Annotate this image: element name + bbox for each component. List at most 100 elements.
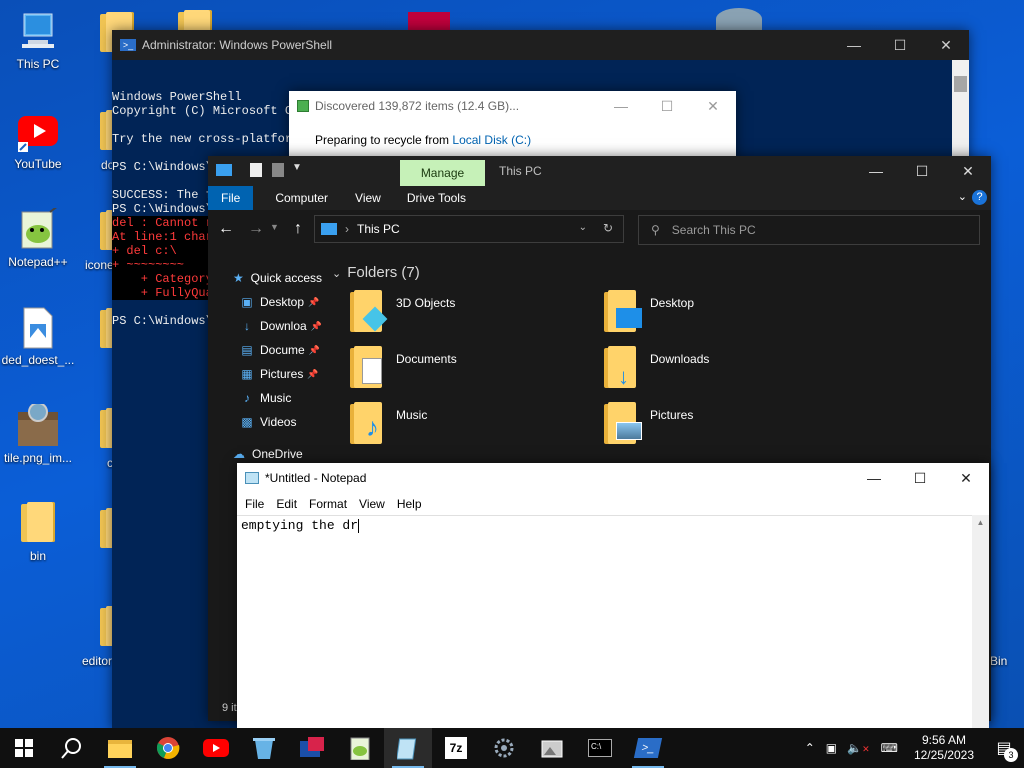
maximize-button[interactable]: ☐ bbox=[877, 30, 923, 60]
maximize-button[interactable]: ☐ bbox=[897, 463, 943, 493]
notepad-titlebar[interactable]: *Untitled - Notepad — ☐ ✕ bbox=[237, 463, 989, 493]
address-dropdown-icon[interactable]: ⌄ bbox=[579, 222, 587, 233]
clock[interactable]: 9:56 AM 12/25/2023 bbox=[904, 733, 984, 763]
close-button[interactable]: ✕ bbox=[945, 156, 991, 186]
nav-item-docume[interactable]: ▤ Docume 📌 bbox=[208, 338, 322, 362]
folder-name: 3D Objects bbox=[396, 296, 456, 310]
tab-drive-tools[interactable]: Drive Tools bbox=[394, 186, 479, 210]
pin-icon: 📌 bbox=[308, 296, 320, 307]
help-icon[interactable]: ? bbox=[972, 190, 987, 205]
maximize-button[interactable]: ☐ bbox=[644, 91, 690, 121]
desktop-icon-archive[interactable]: tile.png_im... bbox=[0, 402, 76, 465]
folder-tile-3d-objects[interactable]: 3D Objects bbox=[350, 290, 590, 340]
taskbar-powershell[interactable]: >_ bbox=[624, 728, 672, 768]
folder-tile-desktop[interactable]: Desktop bbox=[604, 290, 844, 340]
folder-name: Desktop bbox=[650, 296, 695, 310]
text-caret bbox=[358, 519, 360, 533]
recent-locations-button[interactable]: ▼ bbox=[270, 222, 279, 232]
taskbar-search-button[interactable] bbox=[48, 728, 96, 768]
nav-item-label: Pictures bbox=[260, 367, 304, 381]
minimize-button[interactable]: — bbox=[598, 91, 644, 121]
tab-file[interactable]: File bbox=[208, 186, 254, 210]
explorer-titlebar[interactable]: ▼ Manage This PC — ☐ ✕ bbox=[208, 156, 991, 186]
nav-item-downloa[interactable]: ↓ Downloa 📌 bbox=[208, 314, 322, 338]
taskbar-app[interactable] bbox=[288, 728, 336, 768]
forward-button[interactable]: → bbox=[248, 220, 264, 238]
folder-tile-downloads[interactable]: ↓ Downloads bbox=[604, 346, 844, 396]
taskbar-image-viewer[interactable] bbox=[528, 728, 576, 768]
close-button[interactable]: ✕ bbox=[923, 30, 969, 60]
menu-format[interactable]: Format bbox=[303, 497, 353, 511]
taskbar-youtube[interactable] bbox=[192, 728, 240, 768]
nav-item-videos[interactable]: ▩ Videos bbox=[208, 410, 322, 434]
tab-view[interactable]: View bbox=[342, 186, 394, 210]
chevron-down-icon: ⌄ bbox=[332, 268, 342, 280]
refresh-icon[interactable]: ↻ bbox=[603, 221, 613, 235]
address-bar[interactable]: › This PC ⌄ ↻ bbox=[314, 215, 624, 243]
desktop-icon-label: tile.png_im... bbox=[3, 451, 73, 465]
nav-item-label: Downloa bbox=[260, 319, 307, 333]
nav-item-pictures[interactable]: ▦ Pictures 📌 bbox=[208, 362, 322, 386]
taskbar-notepad-plus-plus[interactable] bbox=[336, 728, 384, 768]
taskbar-terminal[interactable]: C:\ bbox=[576, 728, 624, 768]
taskbar-recycle[interactable] bbox=[240, 728, 288, 768]
network-icon[interactable]: ▣ bbox=[821, 741, 842, 755]
console-line: + Category bbox=[112, 272, 213, 286]
search-icon: ⚲ bbox=[651, 223, 660, 237]
menu-edit[interactable]: Edit bbox=[270, 497, 303, 511]
tab-computer[interactable]: Computer bbox=[261, 186, 342, 210]
minimize-button[interactable]: — bbox=[853, 156, 899, 186]
properties-icon[interactable] bbox=[250, 163, 262, 177]
pictures-icon: ▦ bbox=[241, 367, 253, 381]
desktop-app-partial[interactable] bbox=[408, 12, 450, 32]
notepad-text-area[interactable]: emptying the dr bbox=[237, 515, 972, 729]
taskbar-settings[interactable] bbox=[480, 728, 528, 768]
folder-tile-documents[interactable]: Documents bbox=[350, 346, 590, 396]
minimize-button[interactable]: — bbox=[831, 30, 877, 60]
search-input[interactable]: ⚲ Search This PC bbox=[638, 215, 980, 245]
desktop-icon-bin[interactable]: bin bbox=[0, 502, 76, 563]
menu-view[interactable]: View bbox=[353, 497, 391, 511]
desktop-icon-this-pc[interactable]: This PC bbox=[0, 10, 76, 71]
nav-item-quick-access[interactable]: ★ Quick access bbox=[208, 266, 322, 290]
notepad-scrollbar[interactable]: ▲ bbox=[972, 515, 989, 729]
notepad-window[interactable]: *Untitled - Notepad — ☐ ✕ File Edit Form… bbox=[237, 463, 989, 729]
menu-file[interactable]: File bbox=[239, 497, 270, 511]
desktop-icon-notepad-plus-plus[interactable]: Notepad++ bbox=[0, 205, 76, 269]
keyboard-icon[interactable]: ⌨ bbox=[875, 741, 904, 755]
console-line: del : Cannot r bbox=[112, 216, 213, 230]
dialog-titlebar[interactable]: Discovered 139,872 items (12.4 GB)... — … bbox=[289, 91, 736, 121]
taskbar-file-explorer[interactable] bbox=[96, 728, 144, 768]
notepad-plus-plus-icon bbox=[350, 737, 370, 760]
desktop-icon-youtube[interactable]: YouTube bbox=[0, 110, 76, 171]
pictures-folder-icon bbox=[604, 402, 642, 446]
taskbar-7zip[interactable]: 7z bbox=[432, 728, 480, 768]
start-button[interactable] bbox=[0, 728, 48, 768]
new-folder-icon[interactable] bbox=[272, 163, 284, 177]
folders-section-header[interactable]: ⌄ Folders (7) bbox=[332, 264, 420, 281]
local-disk-link[interactable]: Local Disk (C:) bbox=[452, 133, 531, 147]
show-hidden-icons-chevron-icon[interactable]: ⌃ bbox=[799, 741, 821, 755]
expand-ribbon-icon[interactable]: ⌄ bbox=[958, 190, 967, 203]
folder-tile-music[interactable]: ♪ Music bbox=[350, 402, 590, 452]
close-button[interactable]: ✕ bbox=[690, 91, 736, 121]
console-line: At line:1 char bbox=[112, 230, 213, 244]
powershell-titlebar[interactable]: >_ Administrator: Windows PowerShell — ☐… bbox=[112, 30, 969, 60]
volume-muted-icon[interactable]: 🔈✕ bbox=[842, 741, 875, 755]
desktop-app-partial[interactable] bbox=[716, 8, 762, 30]
minimize-button[interactable]: — bbox=[851, 463, 897, 493]
taskbar-notepad[interactable] bbox=[384, 728, 432, 768]
taskbar-chrome[interactable] bbox=[144, 728, 192, 768]
tab-manage[interactable]: Manage bbox=[400, 160, 485, 186]
desktop-icon-image-file[interactable]: ded_doest_... bbox=[0, 306, 76, 367]
maximize-button[interactable]: ☐ bbox=[899, 156, 945, 186]
folder-tile-pictures[interactable]: Pictures bbox=[604, 402, 844, 452]
nav-item-desktop[interactable]: ▣ Desktop 📌 bbox=[208, 290, 322, 314]
action-center-button[interactable]: ▤ 3 bbox=[984, 728, 1024, 768]
menu-help[interactable]: Help bbox=[391, 497, 428, 511]
back-button[interactable]: ← bbox=[218, 220, 234, 238]
nav-item-music[interactable]: ♪ Music bbox=[208, 386, 322, 410]
up-button[interactable]: ↑ bbox=[294, 220, 302, 238]
close-button[interactable]: ✕ bbox=[943, 463, 989, 493]
chevron-down-icon[interactable]: ▼ bbox=[292, 162, 302, 173]
